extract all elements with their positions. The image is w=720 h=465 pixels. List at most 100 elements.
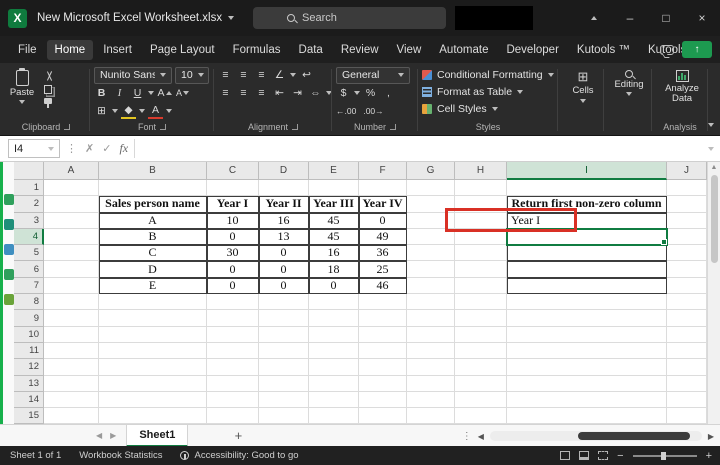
cell-A1[interactable]	[44, 180, 99, 196]
cell-G13[interactable]	[407, 376, 455, 392]
cell-A2[interactable]	[44, 196, 99, 212]
cell-H12[interactable]	[455, 359, 507, 375]
menu-tab-automate[interactable]: Automate	[431, 40, 496, 60]
kutools-pane-icon-4[interactable]	[4, 269, 14, 280]
bold-button[interactable]: B	[94, 86, 109, 101]
alignment-dialog-launcher-icon[interactable]	[292, 124, 298, 130]
row-header-10[interactable]: 10	[14, 327, 44, 343]
cell-D2[interactable]: Year II	[259, 196, 309, 212]
cell-G1[interactable]	[407, 180, 455, 196]
cancel-icon[interactable]: ✗	[85, 142, 94, 155]
cell-C3[interactable]: 10	[207, 213, 259, 229]
cell-B4[interactable]: B	[99, 229, 207, 245]
cell-I8[interactable]	[507, 294, 667, 310]
font-color-icon[interactable]: A	[148, 104, 163, 119]
column-header-I[interactable]: I	[507, 162, 667, 180]
maximize-button[interactable]: □	[648, 0, 684, 36]
column-header-F[interactable]: F	[359, 162, 407, 180]
cell-H7[interactable]	[455, 278, 507, 294]
row-header-12[interactable]: 12	[14, 359, 44, 375]
cell-D3[interactable]: 16	[259, 213, 309, 229]
align-center-icon[interactable]: ≡	[236, 86, 251, 101]
cell-J15[interactable]	[667, 408, 707, 424]
row-header-7[interactable]: 7	[14, 278, 44, 294]
cell-H13[interactable]	[455, 376, 507, 392]
cell-D10[interactable]	[259, 327, 309, 343]
cell-B11[interactable]	[99, 343, 207, 359]
cell-I11[interactable]	[507, 343, 667, 359]
menu-tab-formulas[interactable]: Formulas	[225, 40, 289, 60]
percent-style-icon[interactable]: %	[363, 86, 378, 101]
excel-logo-icon[interactable]: X	[8, 9, 27, 28]
cell-I9[interactable]	[507, 310, 667, 326]
increase-decimal-icon[interactable]: ←.00	[336, 106, 356, 116]
cell-J8[interactable]	[667, 294, 707, 310]
menu-tab-home[interactable]: Home	[47, 40, 94, 60]
cell-D11[interactable]	[259, 343, 309, 359]
cell-C8[interactable]	[207, 294, 259, 310]
row-header-14[interactable]: 14	[14, 392, 44, 408]
menu-tab-view[interactable]: View	[389, 40, 430, 60]
column-header-G[interactable]: G	[407, 162, 455, 180]
comments-icon[interactable]	[660, 45, 674, 55]
row-header-6[interactable]: 6	[14, 261, 44, 277]
cell-A14[interactable]	[44, 392, 99, 408]
menu-tab-page-layout[interactable]: Page Layout	[142, 40, 223, 60]
close-button[interactable]: ×	[684, 0, 720, 36]
expand-formula-bar-icon[interactable]	[708, 147, 714, 151]
cell-F7[interactable]: 46	[359, 278, 407, 294]
column-header-B[interactable]: B	[99, 162, 207, 180]
cell-A11[interactable]	[44, 343, 99, 359]
cell-H4[interactable]	[455, 229, 507, 245]
cell-I14[interactable]	[507, 392, 667, 408]
cell-H3[interactable]	[455, 213, 507, 229]
row-header-11[interactable]: 11	[14, 343, 44, 359]
collapse-ribbon-icon[interactable]	[708, 123, 714, 127]
cell-J7[interactable]	[667, 278, 707, 294]
cell-C10[interactable]	[207, 327, 259, 343]
row-header-13[interactable]: 13	[14, 376, 44, 392]
cell-F1[interactable]	[359, 180, 407, 196]
name-box[interactable]: I4	[8, 139, 60, 158]
format-painter-icon[interactable]	[44, 98, 52, 104]
document-title[interactable]: New Microsoft Excel Worksheet.xlsx	[37, 12, 234, 24]
column-header-A[interactable]: A	[44, 162, 99, 180]
cell-G4[interactable]	[407, 229, 455, 245]
accessibility-status[interactable]: Accessibility: Good to go	[180, 450, 298, 461]
copy-icon[interactable]	[44, 85, 52, 94]
cell-I1[interactable]	[507, 180, 667, 196]
cell-F3[interactable]: 0	[359, 213, 407, 229]
horizontal-scroll-thumb[interactable]	[578, 432, 690, 440]
cell-F8[interactable]	[359, 294, 407, 310]
cell-F2[interactable]: Year IV	[359, 196, 407, 212]
cell-I12[interactable]	[507, 359, 667, 375]
scroll-left-icon[interactable]: ◀	[478, 432, 484, 441]
cell-F12[interactable]	[359, 359, 407, 375]
cell-A7[interactable]	[44, 278, 99, 294]
cell-F14[interactable]	[359, 392, 407, 408]
column-header-D[interactable]: D	[259, 162, 309, 180]
row-header-5[interactable]: 5	[14, 245, 44, 261]
workbook-statistics[interactable]: Workbook Statistics	[79, 450, 162, 461]
kutools-pane-icon-3[interactable]	[4, 244, 14, 255]
cell-styles-button[interactable]: Cell Styles	[422, 100, 554, 117]
italic-button[interactable]: I	[112, 86, 127, 101]
scroll-right-icon[interactable]: ▶	[708, 432, 714, 441]
conditional-formatting-button[interactable]: Conditional Formatting	[422, 66, 554, 83]
cell-C6[interactable]: 0	[207, 261, 259, 277]
font-dialog-launcher-icon[interactable]	[160, 124, 166, 130]
cell-I6[interactable]	[507, 261, 667, 277]
cell-H2[interactable]	[455, 196, 507, 212]
editing-button[interactable]: Editing	[608, 66, 650, 96]
cell-H1[interactable]	[455, 180, 507, 196]
zoom-slider-thumb[interactable]	[661, 452, 666, 460]
menu-tab-file[interactable]: File	[10, 40, 45, 60]
cell-C4[interactable]: 0	[207, 229, 259, 245]
cell-D9[interactable]	[259, 310, 309, 326]
cell-H5[interactable]	[455, 245, 507, 261]
font-size-combo[interactable]: 10	[175, 67, 209, 84]
cell-I4[interactable]	[507, 229, 667, 245]
row-header-1[interactable]: 1	[14, 180, 44, 196]
cell-G12[interactable]	[407, 359, 455, 375]
cell-C2[interactable]: Year I	[207, 196, 259, 212]
